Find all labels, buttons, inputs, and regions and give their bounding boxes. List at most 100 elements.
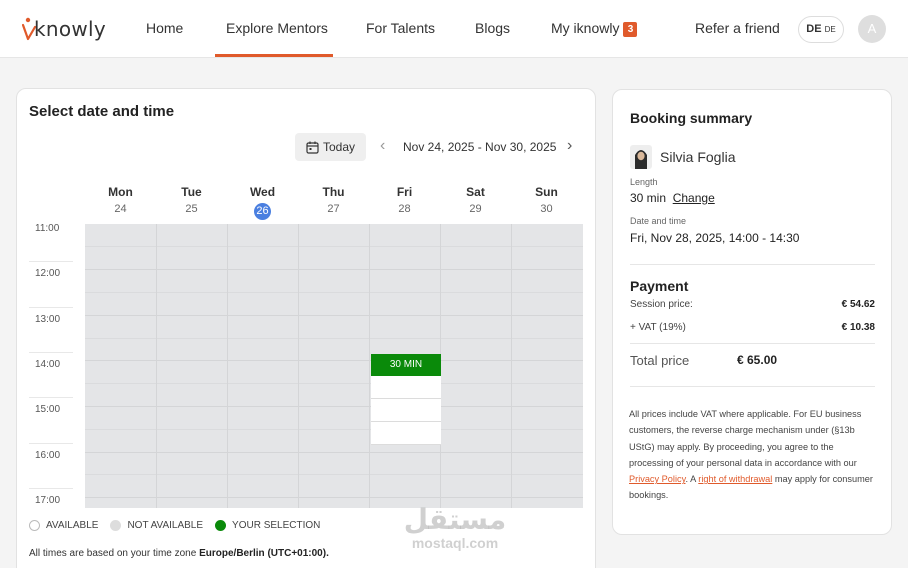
day-header-tue: Tue: [181, 185, 202, 199]
today-button[interactable]: Today: [295, 133, 366, 161]
calendar-icon: [306, 141, 319, 154]
legend-not-available-label: NOT AVAILABLE: [127, 520, 204, 531]
legend-not-available: NOT AVAILABLE: [110, 520, 203, 531]
time-divider: [29, 443, 73, 444]
day-header-fri: Fri: [396, 185, 413, 199]
datetime-label: Date and time: [630, 216, 687, 226]
logo-text: knowly: [34, 17, 107, 41]
scheduler-card: Select date and time Today ‹ Nov 24, 202…: [16, 88, 596, 568]
mentor-info: Silvia Foglia: [630, 145, 735, 169]
grid-col-line: [511, 224, 512, 508]
today-label: Today: [322, 140, 356, 154]
day-date-sat: 29: [469, 203, 482, 215]
legend-your-selection-label: YOUR SELECTION: [232, 520, 321, 531]
time-label-1100: 11:00: [35, 223, 60, 234]
time-label-1600: 16:00: [35, 450, 61, 461]
language-code: DE: [806, 23, 822, 35]
available-slot-1500[interactable]: [371, 399, 441, 422]
nav-for-talents[interactable]: For Talents: [366, 20, 435, 36]
legend-your-selection: YOUR SELECTION: [215, 520, 320, 531]
available-dot-icon: [29, 520, 40, 531]
time-divider: [29, 261, 73, 262]
total-divider: [630, 386, 875, 387]
vat-value: € 10.38: [841, 322, 875, 333]
time-label-1200: 12:00: [35, 268, 61, 279]
selected-slot[interactable]: 30 MIN: [371, 354, 441, 376]
scheduler-title: Select date and time: [29, 103, 175, 120]
day-date-mon: 24: [114, 203, 127, 215]
grid-row-line: [85, 292, 583, 293]
grid-row-line: [85, 269, 583, 270]
current-day-marker: 26: [254, 203, 271, 220]
session-price-label: Session price:: [630, 299, 693, 310]
day-date-sun: 30: [540, 203, 553, 215]
grid-col-line: [298, 224, 299, 508]
grid-col-line: [156, 224, 157, 508]
watermark-arabic: مستقل: [403, 503, 507, 536]
timezone-prefix: All times are based on your time zone: [29, 548, 197, 559]
session-price-row: Session price: € 54.62: [630, 299, 875, 310]
available-slot-1430[interactable]: [371, 376, 441, 399]
date-range: Nov 24, 2025 - Nov 30, 2025: [403, 140, 557, 154]
timezone-value: Europe/Berlin (UTC+01:00).: [199, 548, 329, 559]
vat-label: + VAT (19%): [630, 322, 686, 333]
session-price-value: € 54.62: [841, 299, 875, 310]
day-header-sat: Sat: [466, 185, 485, 199]
right-of-withdrawal-link[interactable]: right of withdrawal: [698, 474, 772, 484]
legend-available-label: AVAILABLE: [46, 520, 99, 531]
available-slot-1530[interactable]: [371, 422, 441, 445]
iknowly-logo[interactable]: knowly: [22, 16, 106, 42]
grid-col-line: [369, 224, 370, 508]
day-date-tue: 25: [185, 203, 198, 215]
datetime-value: Fri, Nov 28, 2025, 14:00 - 14:30: [630, 231, 800, 245]
booking-summary-card: Booking summary Silvia Foglia Length 30 …: [612, 89, 892, 535]
grid-row-line: [85, 429, 583, 430]
nav-blogs[interactable]: Blogs: [475, 20, 510, 36]
privacy-policy-link[interactable]: Privacy Policy: [629, 474, 686, 484]
day-header-thu: Thu: [322, 185, 345, 199]
timezone-note: All times are based on your time zone Eu…: [29, 548, 329, 559]
grid-col-line: [227, 224, 228, 508]
nav-explore-mentors[interactable]: Explore Mentors: [226, 20, 328, 36]
active-tab-indicator: [215, 54, 333, 57]
grid-row-line: [85, 452, 583, 453]
availability-legend: AVAILABLE NOT AVAILABLE YOUR SELECTION: [29, 520, 332, 531]
time-label-1500: 15:00: [35, 404, 61, 415]
grid-row-line: [85, 383, 583, 384]
grid-row-line: [85, 315, 583, 316]
day-date-thu: 27: [327, 203, 340, 215]
user-avatar[interactable]: A: [858, 15, 886, 43]
next-week-chevron-icon[interactable]: ›: [567, 137, 572, 155]
prev-week-chevron-icon[interactable]: ‹: [380, 137, 385, 155]
time-label-1300: 13:00: [35, 314, 61, 325]
calendar-grid: 30 MIN: [85, 224, 583, 508]
day-date-fri: 28: [398, 203, 411, 215]
legal-note-text-2: . A: [685, 474, 696, 485]
grid-row-line: [85, 497, 583, 498]
time-divider: [29, 397, 73, 398]
legal-note: All prices include VAT where applicable.…: [629, 406, 879, 504]
time-divider: [29, 352, 73, 353]
change-length-link[interactable]: Change: [673, 191, 715, 205]
day-header-mon: Mon: [108, 185, 133, 199]
language-switcher[interactable]: DE DE: [798, 16, 844, 43]
legal-note-text-1: All prices include VAT where applicable.…: [629, 409, 862, 468]
day-date-wed-current: 26: [227, 203, 298, 220]
total-price-label: Total price: [630, 353, 690, 368]
payment-divider: [630, 343, 875, 344]
legend-available: AVAILABLE: [29, 520, 98, 531]
mostaql-watermark: مستقل mostaql.com: [400, 503, 510, 552]
length-value: 30 min: [630, 191, 667, 205]
length-row: 30 min Change: [630, 191, 715, 205]
time-label-1400: 14:00: [35, 359, 61, 370]
grid-row-line: [85, 406, 583, 407]
nav-my-iknowly[interactable]: My iknowly 3: [551, 20, 638, 37]
length-label: Length: [630, 177, 658, 187]
payment-title: Payment: [630, 278, 689, 294]
total-price-value: € 65.00: [737, 353, 778, 367]
time-divider: [29, 488, 73, 489]
not-available-dot-icon: [110, 520, 122, 531]
nav-refer-a-friend[interactable]: Refer a friend: [695, 20, 780, 36]
mentor-name: Silvia Foglia: [660, 149, 736, 165]
nav-home[interactable]: Home: [146, 20, 183, 36]
